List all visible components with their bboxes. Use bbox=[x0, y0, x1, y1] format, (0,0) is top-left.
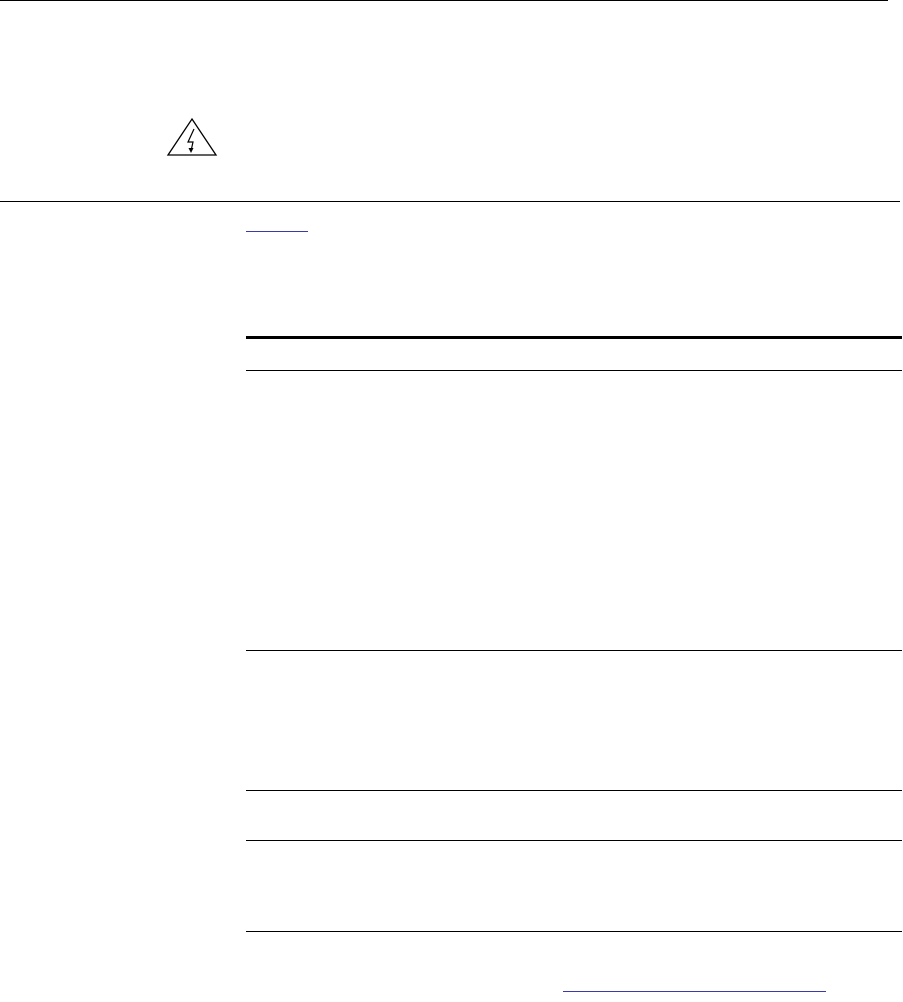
table-row bbox=[246, 840, 902, 841]
cross-reference-link[interactable] bbox=[246, 231, 308, 232]
table-row bbox=[246, 650, 902, 651]
top-rule bbox=[0, 0, 888, 1]
table-top-rule bbox=[246, 336, 902, 339]
table-bottom-rule bbox=[246, 931, 902, 932]
table-row bbox=[246, 370, 902, 371]
electrical-hazard-icon bbox=[166, 117, 218, 157]
warning-section-rule bbox=[0, 201, 900, 202]
table-row bbox=[246, 790, 902, 791]
footer-link[interactable] bbox=[563, 991, 826, 992]
